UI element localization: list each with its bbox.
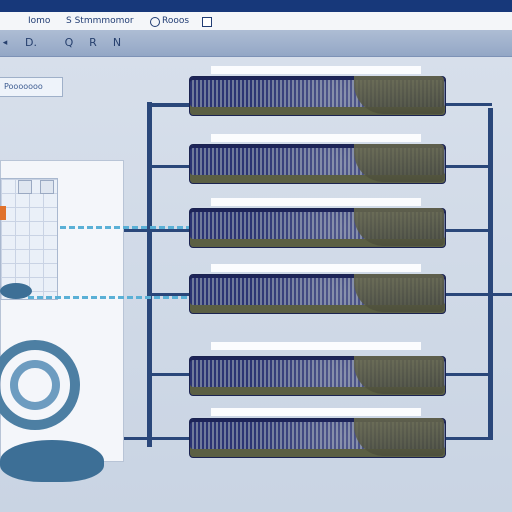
connector-link [444, 293, 512, 296]
decorative-swirl [10, 360, 60, 410]
connector-link [444, 437, 492, 440]
dashed-link [60, 226, 190, 229]
menu-item-rooos[interactable]: Rooos [162, 12, 189, 30]
back-icon[interactable]: ◂ [0, 35, 10, 51]
menu-bar: Iomo S Stmmmomor Rooos [0, 12, 512, 31]
grid-tool-icon[interactable] [40, 180, 54, 194]
window-icon[interactable] [202, 17, 212, 27]
toolbar: ◂ D. Q R N [0, 30, 512, 57]
connector-link [444, 165, 492, 168]
module-shelf [211, 342, 421, 350]
module-tail [354, 144, 444, 182]
toolbar-button-q[interactable]: Q [62, 35, 76, 51]
panel-tag[interactable]: Pooooooo [0, 77, 63, 97]
connector-link [150, 165, 190, 168]
module-tail [354, 208, 444, 246]
module-tail [354, 418, 444, 456]
connector-link [444, 229, 492, 232]
connector-link [150, 373, 190, 376]
dashed-link [28, 296, 190, 299]
toolbar-button-d[interactable]: D. [22, 35, 40, 51]
menu-item-iomo[interactable]: Iomo [28, 12, 50, 30]
module-tail [354, 76, 444, 114]
decorative-blob [0, 283, 32, 299]
decorative-blob [0, 440, 104, 482]
grid-tool-icon[interactable] [18, 180, 32, 194]
module-shelf [211, 134, 421, 142]
module-tail [354, 356, 444, 394]
module-tail [354, 274, 444, 312]
module-shelf [211, 408, 421, 416]
toolbar-button-r[interactable]: R [86, 35, 100, 51]
connector-vertical-left [147, 102, 152, 447]
module-shelf [211, 264, 421, 272]
module-shelf [211, 66, 421, 74]
menu-item-stmmmomor[interactable]: S Stmmmomor [66, 12, 134, 30]
connector-vertical-right [488, 108, 493, 440]
settings-icon[interactable] [150, 17, 160, 27]
grid-view[interactable] [0, 178, 58, 300]
module-shelf [211, 198, 421, 206]
connector-link [444, 103, 492, 106]
marker-icon [0, 206, 6, 220]
toolbar-button-n[interactable]: N [110, 35, 124, 51]
connector-link [444, 373, 492, 376]
connector-link [150, 103, 190, 107]
window-title-bar [0, 0, 512, 12]
